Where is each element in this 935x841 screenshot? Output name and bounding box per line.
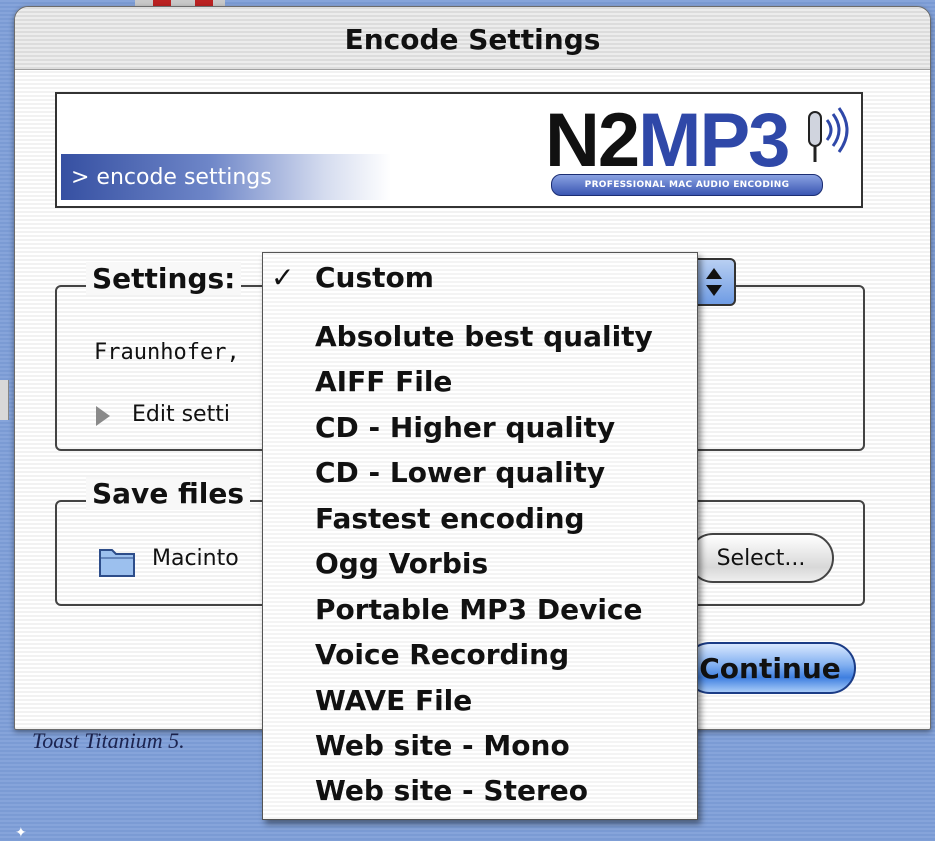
menu-item-web-site-mono[interactable]: Web site - Mono xyxy=(263,724,697,768)
left-edge-handle[interactable] xyxy=(0,380,9,420)
continue-button[interactable]: Continue xyxy=(684,642,856,694)
disclosure-triangle-icon[interactable] xyxy=(96,406,110,426)
menu-item-voice-recording[interactable]: Voice Recording xyxy=(263,633,697,677)
menu-item-ogg-vorbis[interactable]: Ogg Vorbis xyxy=(263,542,697,586)
menu-item-label: CD - Higher quality xyxy=(315,411,616,444)
menu-item-label: CD - Lower quality xyxy=(315,456,606,489)
menu-item-cd-higher-quality[interactable]: CD - Higher quality xyxy=(263,406,697,450)
window-title: Encode Settings xyxy=(344,23,601,56)
banner-label: > encode settings xyxy=(71,165,272,190)
edit-settings-label[interactable]: Edit setti xyxy=(132,402,230,427)
menu-item-label: Web site - Stereo xyxy=(315,774,588,807)
logo-wordmark: N2MP3 xyxy=(545,102,790,180)
menu-item-label: Ogg Vorbis xyxy=(315,547,489,580)
desktop-app-icon[interactable]: ✦ xyxy=(15,825,35,841)
menu-item-label: Web site - Mono xyxy=(315,729,570,762)
folder-icon xyxy=(99,549,135,577)
menu-item-label: WAVE File xyxy=(315,684,473,717)
n2mp3-banner: > encode settings N2MP3 PROFESSIONAL MAC… xyxy=(55,92,863,208)
logo-tagline: PROFESSIONAL MAC AUDIO ENCODING xyxy=(551,174,823,196)
save-files-group-label: Save files xyxy=(86,477,251,510)
menu-item-web-site-stereo[interactable]: Web site - Stereo xyxy=(263,769,697,813)
menu-item-label: Portable MP3 Device xyxy=(315,593,643,626)
menu-item-custom[interactable]: ✓ Custom xyxy=(263,256,697,300)
codec-description: Fraunhofer, xyxy=(94,340,240,365)
destination-path: Macinto xyxy=(152,546,239,571)
menu-item-wave-file[interactable]: WAVE File xyxy=(263,679,697,723)
window-titlebar[interactable]: Encode Settings xyxy=(15,7,930,70)
logo-mp3: MP3 xyxy=(638,98,790,183)
select-folder-button[interactable]: Select... xyxy=(688,533,834,583)
menu-item-absolute-best-quality[interactable]: Absolute best quality xyxy=(263,315,697,359)
menu-item-cd-lower-quality[interactable]: CD - Lower quality xyxy=(263,451,697,495)
menu-item-label: Voice Recording xyxy=(315,638,570,671)
settings-group-label: Settings: xyxy=(86,262,242,295)
settings-popup-menu: ✓ Custom Absolute best quality AIFF File… xyxy=(262,252,698,820)
menu-item-label: Absolute best quality xyxy=(315,320,653,353)
n2mp3-logo: N2MP3 PROFESSIONAL MAC AUDIO ENCODING xyxy=(545,102,855,202)
logo-n2: N2 xyxy=(545,98,640,183)
sound-waves-icon xyxy=(808,107,849,162)
menu-item-aiff-file[interactable]: AIFF File xyxy=(263,360,697,404)
menu-item-portable-mp3-device[interactable]: Portable MP3 Device xyxy=(263,588,697,632)
menu-item-label: Custom xyxy=(315,261,434,294)
menu-item-label: AIFF File xyxy=(315,365,453,398)
checkmark-icon: ✓ xyxy=(271,261,295,294)
menu-item-fastest-encoding[interactable]: Fastest encoding xyxy=(263,497,697,541)
menu-item-label: Fastest encoding xyxy=(315,502,585,535)
popup-arrows-icon xyxy=(706,268,722,296)
background-app-title: Toast Titanium 5. xyxy=(32,728,185,753)
